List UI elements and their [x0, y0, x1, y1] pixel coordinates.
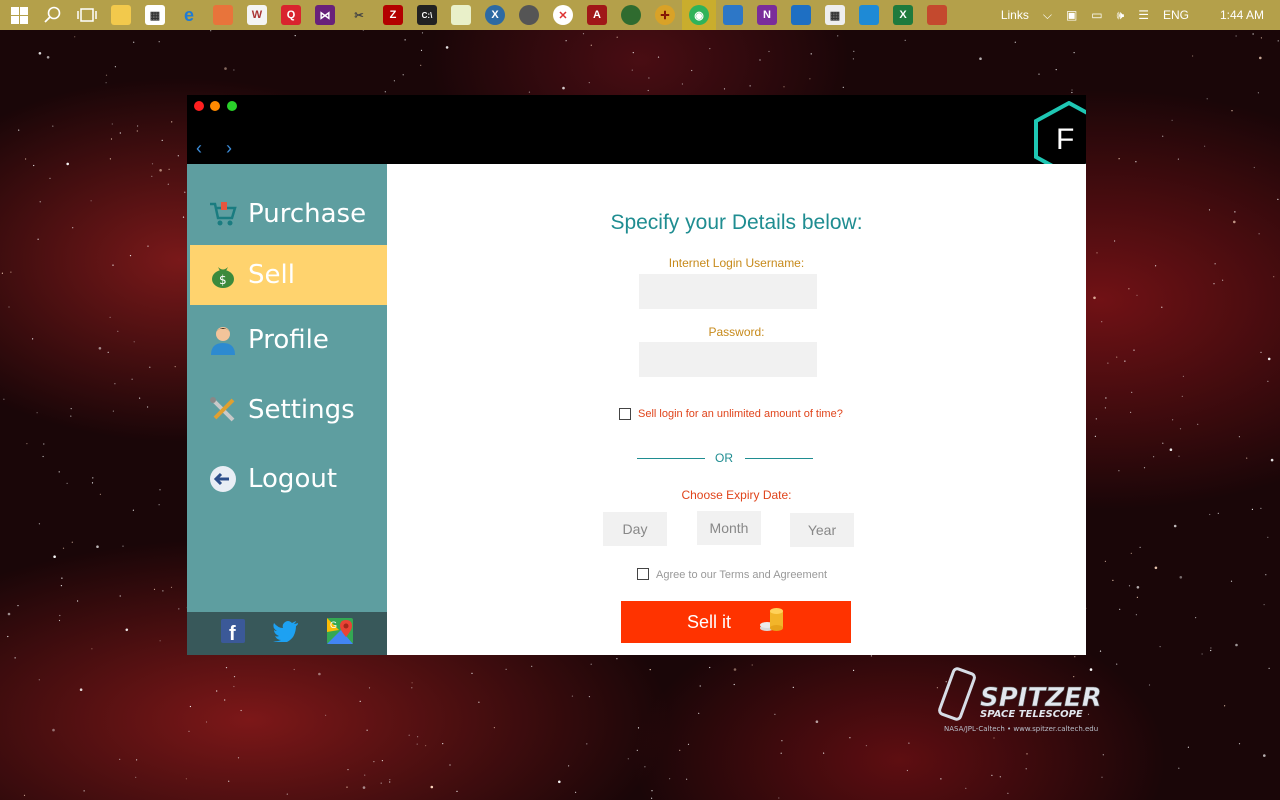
taskbar: ▦ e W Q ⋈ ✂ Z C:\ X ✕ A ✛ ◉ N ▦ X Links … — [0, 0, 1280, 30]
password-input[interactable] — [639, 342, 817, 377]
day-select[interactable]: Day — [603, 512, 667, 546]
chevron-down-icon[interactable]: ⌵ — [1043, 8, 1052, 23]
sidebar-item-label: Logout — [248, 464, 338, 494]
forward-arrow-icon[interactable]: › — [226, 138, 232, 159]
language-indicator[interactable]: ENG — [1163, 8, 1189, 22]
sidebar-item-logout[interactable]: Logout — [187, 449, 387, 509]
svg-text:G: G — [330, 620, 337, 630]
logo-letter: F — [1056, 123, 1074, 156]
filezilla-icon[interactable]: Z — [383, 5, 403, 25]
social-links: f G — [187, 612, 387, 655]
task-view-icon[interactable] — [77, 5, 97, 25]
cart-icon — [208, 199, 238, 229]
svg-text:f: f — [229, 623, 236, 643]
sell-button[interactable]: Sell it — [621, 601, 851, 643]
search-icon[interactable] — [43, 5, 63, 25]
username-input[interactable] — [639, 274, 817, 309]
sidebar-item-label: Sell — [248, 260, 295, 290]
contacts-icon[interactable] — [723, 5, 743, 25]
app-x-icon[interactable]: ✕ — [553, 5, 573, 25]
network-icon[interactable]: ▣ — [1066, 8, 1077, 22]
app-q-icon[interactable]: Q — [281, 5, 301, 25]
sidebar-item-profile[interactable]: Profile — [187, 310, 387, 370]
outlook-icon[interactable] — [791, 5, 811, 25]
telescope-logo-icon: SPITZER SPACE TELESCOPE NASA/JPL-Caltech… — [938, 667, 1102, 733]
password-label: Password: — [708, 325, 765, 339]
volume-icon[interactable]: 🕪 — [1117, 8, 1125, 23]
app-dark-icon[interactable] — [519, 5, 539, 25]
active-app-icon[interactable]: ◉ — [682, 0, 716, 30]
app-window: ‹ › F Purchase $ Sell Profile Settings L… — [187, 95, 1086, 655]
store-icon[interactable]: ▦ — [145, 5, 165, 25]
minimize-dot[interactable] — [210, 101, 220, 111]
or-text: OR — [715, 451, 733, 465]
expiry-label: Choose Expiry Date: — [681, 488, 792, 502]
sidebar-item-label: Purchase — [248, 199, 367, 229]
logout-icon — [208, 464, 238, 494]
tools-app-icon[interactable]: ✂ — [349, 5, 369, 25]
app-green-icon[interactable] — [621, 5, 641, 25]
terms-label[interactable]: Agree to our Terms and Agreement — [656, 569, 827, 581]
app-orange-icon[interactable] — [213, 5, 233, 25]
notifications-icon[interactable]: ☰ — [1138, 8, 1149, 22]
sidebar-item-purchase[interactable]: Purchase — [187, 184, 387, 244]
close-dot[interactable] — [194, 101, 204, 111]
user-icon — [208, 325, 238, 355]
terms-checkbox[interactable] — [637, 568, 649, 580]
battery-icon[interactable]: ▭ — [1091, 8, 1102, 22]
money-bag-icon: $ — [208, 260, 238, 290]
or-divider-left — [637, 458, 705, 459]
onenote-icon[interactable]: N — [757, 5, 777, 25]
notepad-icon[interactable] — [451, 5, 471, 25]
sidebar-item-label: Profile — [248, 325, 329, 355]
or-divider-right — [745, 458, 813, 459]
windows-start-icon[interactable] — [9, 5, 29, 25]
app-grid-icon[interactable] — [927, 5, 947, 25]
visual-studio-icon[interactable]: ⋈ — [315, 5, 335, 25]
sidebar: Purchase $ Sell Profile Settings Logout — [187, 164, 387, 655]
calculator-icon[interactable]: ▦ — [825, 5, 845, 25]
sell-button-label: Sell it — [686, 611, 731, 632]
twitter-icon[interactable] — [273, 620, 299, 647]
acrobat-icon[interactable]: A — [587, 5, 607, 25]
terminal-icon[interactable]: C:\ — [417, 5, 437, 25]
coins-icon — [759, 607, 785, 638]
maps-icon[interactable]: G — [327, 618, 353, 649]
facebook-icon[interactable]: f — [221, 619, 245, 648]
file-explorer-icon[interactable] — [111, 5, 131, 25]
app-target-icon[interactable]: ✛ — [655, 5, 675, 25]
document-icon[interactable]: W — [247, 5, 267, 25]
excel-icon[interactable]: X — [893, 5, 913, 25]
clock[interactable]: 1:44 AM — [1220, 8, 1264, 22]
unlimited-label[interactable]: Sell login for an unlimited amount of ti… — [638, 408, 843, 420]
logo-icon: F — [1034, 101, 1086, 164]
links-label[interactable]: Links — [1001, 8, 1029, 22]
spitzer-subtitle: SPACE TELESCOPE — [980, 709, 1083, 720]
sidebar-item-sell[interactable]: $ Sell — [190, 245, 387, 305]
edge-icon[interactable]: e — [179, 5, 199, 25]
title-bar: ‹ › F — [187, 95, 1086, 164]
xampp-icon[interactable]: X — [485, 5, 505, 25]
month-select[interactable]: Month — [697, 511, 761, 545]
svg-text:$: $ — [219, 273, 227, 287]
unlimited-checkbox[interactable] — [619, 408, 631, 420]
back-arrow-icon[interactable]: ‹ — [196, 138, 202, 159]
username-label: Internet Login Username: — [668, 256, 805, 270]
sell-form-panel: Specify your Details below: Internet Log… — [387, 164, 1086, 655]
app-blue-icon[interactable] — [859, 5, 879, 25]
sidebar-item-settings[interactable]: Settings — [187, 380, 387, 440]
spitzer-credit: NASA/JPL-Caltech • www.spitzer.caltech.e… — [944, 725, 1098, 733]
year-select[interactable]: Year — [790, 513, 854, 547]
sidebar-item-label: Settings — [248, 395, 355, 425]
tools-icon — [208, 395, 238, 425]
maximize-dot[interactable] — [227, 101, 237, 111]
spitzer-watermark: SPITZER SPACE TELESCOPE NASA/JPL-Caltech… — [936, 656, 1116, 736]
form-heading: Specify your Details below: — [610, 211, 863, 234]
